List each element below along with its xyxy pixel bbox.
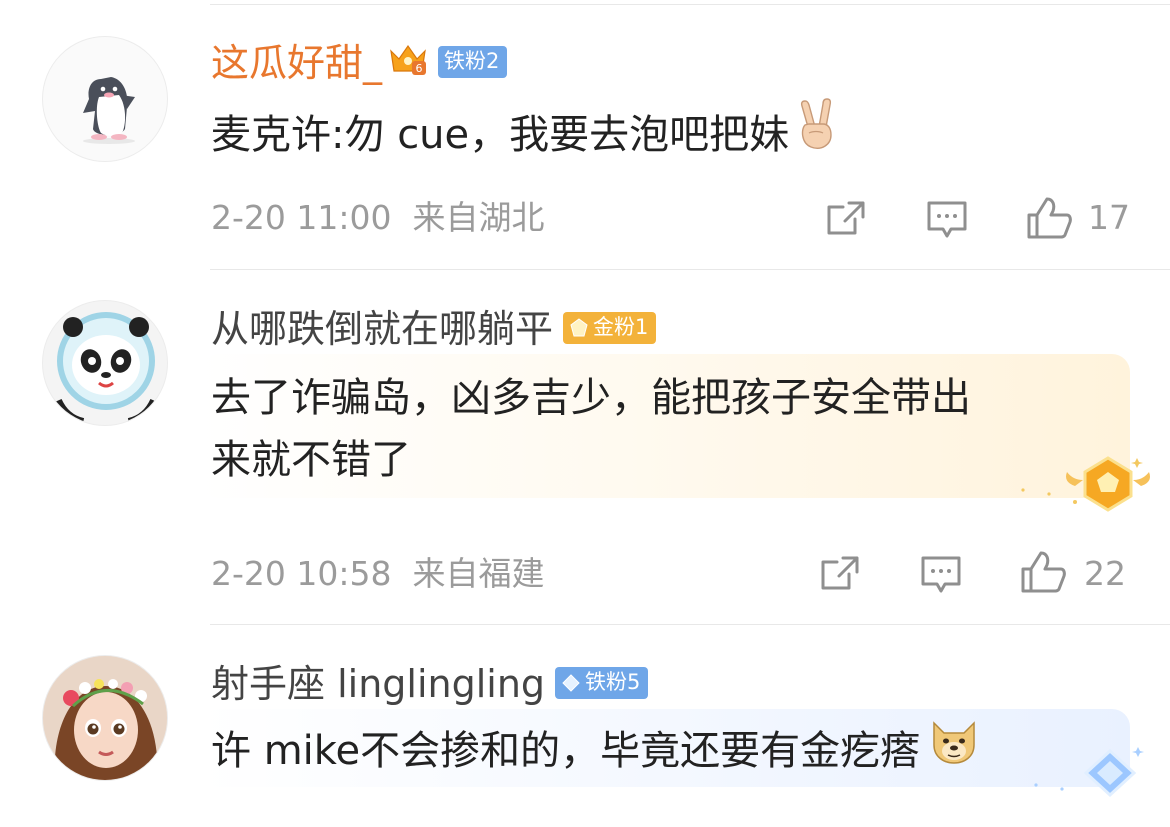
comment-text: 麦克许:勿 cue，我要去泡吧把妹 [211, 98, 841, 173]
username-text[interactable]: 这瓜好甜_ [211, 41, 382, 85]
comment-date: 2-20 10:58 [211, 554, 392, 593]
gold-gem-icon [570, 317, 588, 336]
comment-text: 去了诈骗岛，凶多吉少，能把孩子安全带出 来就不错了 [211, 367, 971, 491]
comment-item: 这瓜好甜_ 6 铁粉2 麦克许:勿 cue，我要去泡吧把妹 2-20 11:00… [0, 0, 1170, 270]
comment-text-line: 去了诈骗岛，凶多吉少，能把孩子安全带出 [211, 375, 971, 421]
panda-avatar-icon [52, 312, 160, 425]
like-count: 17 [1088, 198, 1130, 237]
comment-meta: 2-20 11:00 来自湖北 [211, 201, 544, 234]
badge-label: 金粉1 [593, 315, 649, 339]
like-icon[interactable] [1019, 549, 1067, 599]
comment-text: 许 mike不会掺和的，毕竟还要有金疙瘩 [211, 719, 980, 787]
comment-item: 射手座 linglingling 铁粉5 许 mike不会掺和的，毕竟还要有金疙… [0, 625, 1170, 827]
reply-icon[interactable] [925, 199, 969, 245]
penguin-avatar-icon [83, 77, 135, 144]
crown-icon: 6 [388, 41, 428, 83]
comment-text-line: 许 mike不会掺和的，毕竟还要有金疙瘩 [211, 728, 921, 774]
comment-text-line: 麦克许:勿 cue，我要去泡吧把妹 [211, 112, 790, 158]
reply-icon[interactable] [919, 554, 963, 600]
avatar[interactable] [42, 655, 168, 781]
svg-text:6: 6 [416, 62, 423, 75]
avatar[interactable] [42, 36, 168, 162]
comment-date: 2-20 11:00 [211, 198, 392, 237]
username[interactable]: 这瓜好甜_ 6 铁粉2 [211, 41, 508, 87]
like-icon[interactable] [1025, 195, 1073, 245]
victory-hand-emoji-icon [793, 97, 841, 169]
blue-gem-icon [562, 673, 580, 692]
fan-badge[interactable]: 铁粉2 [438, 45, 508, 78]
comment-text-line: 来就不错了 [211, 437, 411, 483]
username-text[interactable]: 射手座 linglingling [211, 662, 545, 706]
girl-avatar-icon [43, 656, 167, 780]
comment-item: 从哪跌倒就在哪躺平 金粉1 去了诈骗岛，凶多吉少，能把孩子安全带出 来就不错了 … [0, 270, 1170, 624]
username-text[interactable]: 从哪跌倒就在哪躺平 [211, 307, 553, 351]
avatar[interactable] [42, 300, 168, 426]
doge-emoji-icon [928, 715, 980, 783]
badge-label: 铁粉2 [444, 49, 500, 73]
comment-location: 来自湖北 [412, 198, 545, 237]
gold-fan-medal-icon [1015, 452, 1155, 520]
fan-badge[interactable]: 金粉1 [563, 311, 657, 344]
share-icon[interactable] [825, 199, 867, 243]
username[interactable]: 从哪跌倒就在哪躺平 金粉1 [211, 307, 657, 351]
blue-fan-medal-icon [1030, 743, 1150, 811]
badge-label: 铁粉5 [585, 670, 641, 694]
comment-location: 来自福建 [412, 554, 545, 593]
username[interactable]: 射手座 linglingling 铁粉5 [211, 662, 649, 706]
comment-meta: 2-20 10:58 来自福建 [211, 557, 544, 590]
fan-badge[interactable]: 铁粉5 [555, 666, 649, 699]
share-icon[interactable] [819, 554, 861, 598]
like-count: 22 [1084, 554, 1126, 593]
